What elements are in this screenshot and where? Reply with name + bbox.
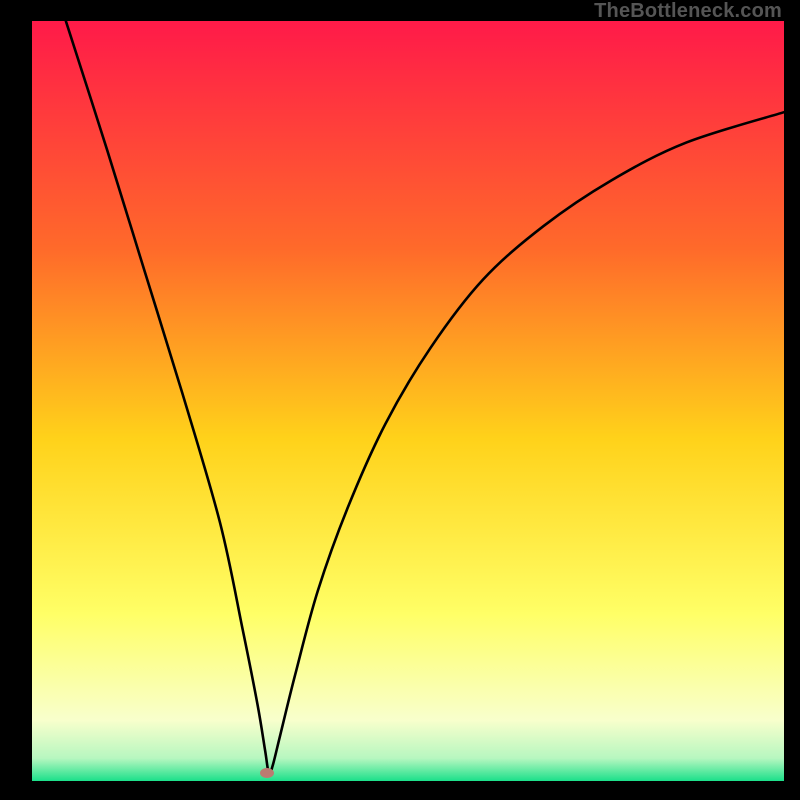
watermark-text: TheBottleneck.com [594, 0, 782, 23]
bottleneck-curve [32, 21, 784, 781]
chart-frame [32, 21, 784, 781]
optimal-point-marker [260, 768, 274, 778]
